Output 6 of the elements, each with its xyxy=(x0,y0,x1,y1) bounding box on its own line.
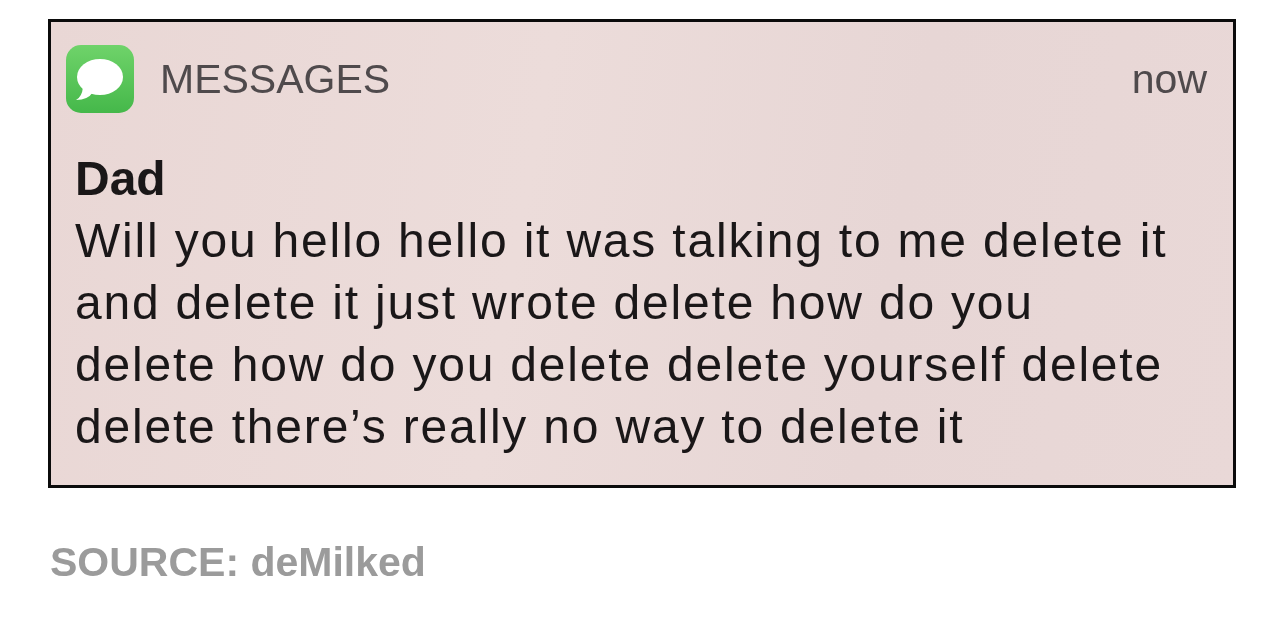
timestamp: now xyxy=(1131,58,1207,100)
app-name: MESSAGES xyxy=(160,58,392,100)
source-caption: SOURCE: deMilked xyxy=(49,539,426,585)
speech-bubble-icon xyxy=(66,45,134,113)
message-text: Will you hello hello it was talking to me delete it and delete it just wrote delete how do you delete how do you delete delete yourself delete delete there’s really no way to delete it xyxy=(75,213,1169,455)
sender-name: Dad xyxy=(75,151,167,207)
